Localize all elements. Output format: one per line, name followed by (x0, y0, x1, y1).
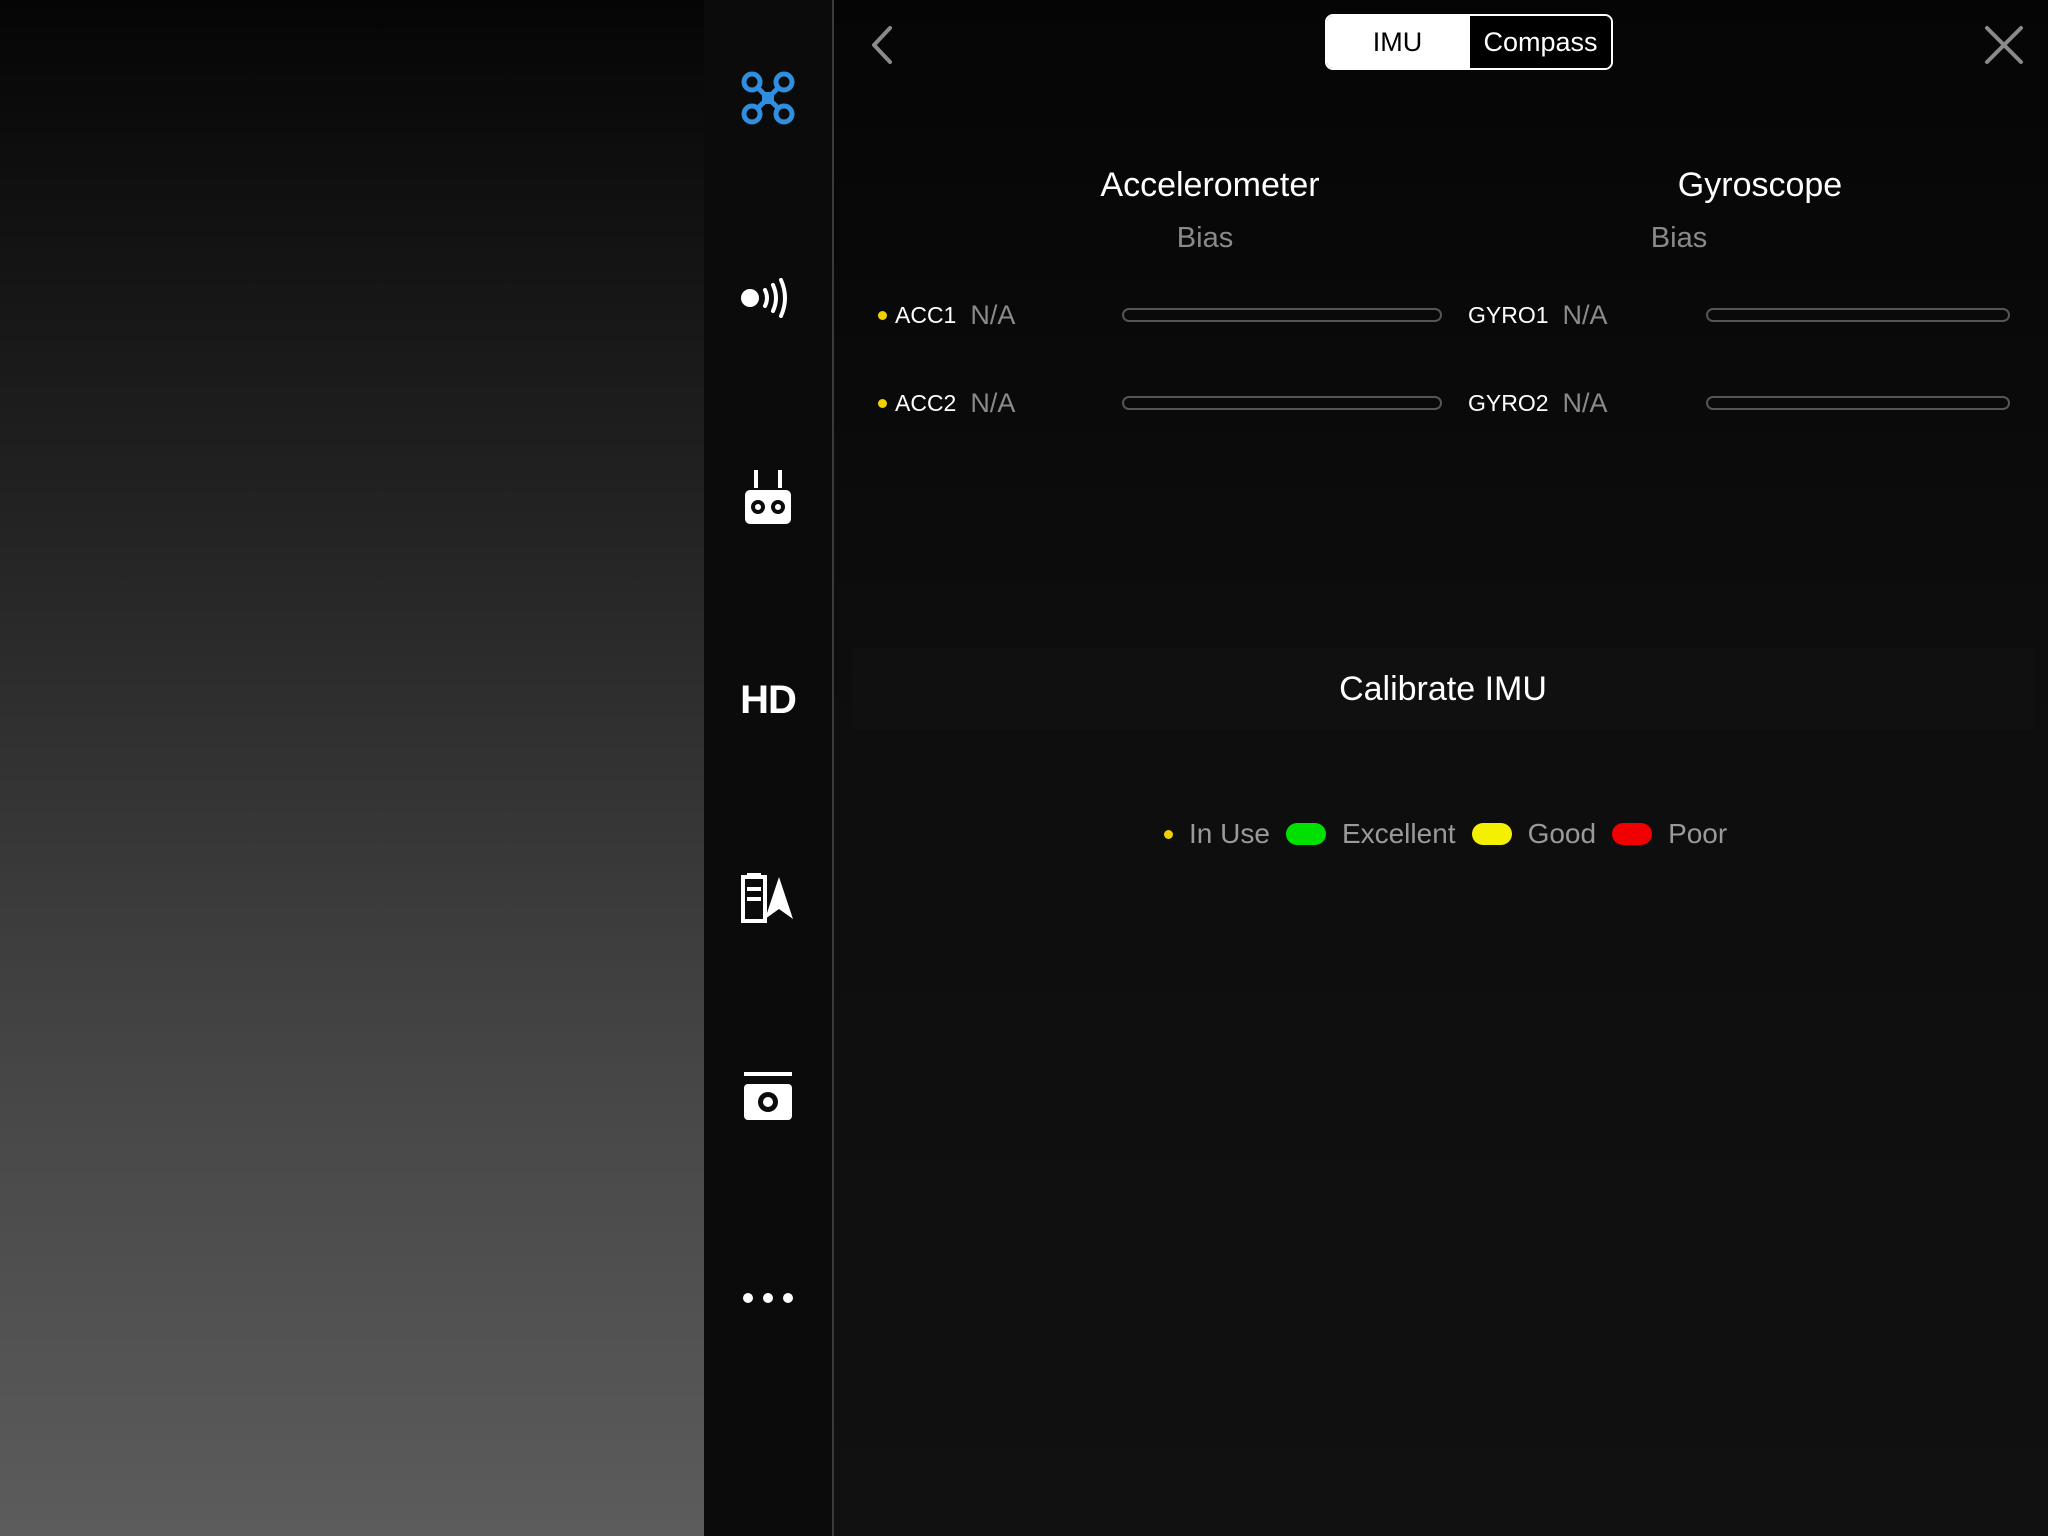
sensor-value: N/A (970, 300, 1016, 330)
hd-icon: HD (740, 677, 797, 722)
in-use-indicator (878, 399, 887, 408)
sensor-name: GYRO1 (1468, 302, 1549, 328)
drone-icon (740, 70, 796, 131)
sensor-name: ACC1 (895, 302, 957, 328)
back-button[interactable] (864, 22, 904, 68)
legend-poor-label: Poor (1668, 818, 1728, 849)
sidebar-item-aircraft[interactable] (704, 40, 832, 160)
calibrate-imu-button[interactable]: Calibrate IMU (852, 648, 2034, 730)
good-legend-swatch (1471, 823, 1512, 845)
gyro1-bias-bar (1706, 308, 2010, 322)
sensor-row-gyro1: GYRO1 N/A (1468, 300, 1608, 331)
sensor-row-acc1: ACC1 N/A (878, 300, 1015, 331)
close-icon (1981, 26, 2027, 72)
camera-icon (742, 1071, 794, 1129)
accelerometer-subtitle: Bias (1176, 222, 1234, 254)
gyroscope-subtitle: Bias (1650, 222, 1708, 254)
legend-in-use-label: In Use (1189, 818, 1270, 849)
imu-compass-segmented-control: IMU Compass (1325, 14, 1613, 70)
poor-legend-swatch (1612, 823, 1653, 845)
tab-imu[interactable]: IMU (1327, 16, 1468, 68)
signal-waves-icon (740, 277, 796, 323)
gyroscope-title: Gyroscope (1677, 166, 1843, 204)
settings-sidebar: HD (704, 0, 832, 1536)
sidebar-item-camera[interactable] (704, 1040, 832, 1160)
sidebar-item-remote-controller[interactable] (704, 440, 832, 560)
sensor-name: ACC2 (895, 390, 957, 416)
sensor-row-gyro2: GYRO2 N/A (1468, 388, 1608, 419)
chevron-left-icon (864, 26, 904, 72)
sensor-value: N/A (1562, 388, 1608, 418)
accelerometer-title: Accelerometer (1100, 166, 1320, 204)
battery-flight-icon (741, 872, 795, 928)
tab-compass[interactable]: Compass (1468, 16, 1611, 68)
legend-excellent-label: Excellent (1341, 818, 1456, 849)
sidebar-item-battery[interactable] (704, 840, 832, 960)
sidebar-item-more[interactable] (704, 1240, 832, 1360)
close-button[interactable] (1981, 22, 2027, 68)
ellipsis-icon (742, 1291, 794, 1309)
in-use-indicator (878, 311, 887, 320)
sidebar-item-sensors[interactable] (704, 240, 832, 360)
gyro2-bias-bar (1706, 396, 2010, 410)
camera-view-background (0, 0, 704, 1536)
excellent-legend-swatch (1285, 823, 1326, 845)
remote-controller-icon (743, 469, 793, 531)
status-legend: In Use Excellent Good Poor (1164, 818, 1727, 850)
sensor-value: N/A (1562, 300, 1608, 330)
in-use-legend-dot (1164, 829, 1173, 839)
sidebar-item-hd-transmission[interactable]: HD (704, 640, 832, 760)
sensor-value: N/A (970, 388, 1016, 418)
sensor-row-acc2: ACC2 N/A (878, 388, 1015, 419)
sensor-name: GYRO2 (1468, 390, 1549, 416)
acc1-bias-bar (1122, 308, 1442, 322)
legend-good-label: Good (1527, 818, 1597, 849)
imu-panel: IMU Compass Accelerometer Bias Gyroscope… (834, 0, 2048, 1536)
acc2-bias-bar (1122, 396, 1442, 410)
